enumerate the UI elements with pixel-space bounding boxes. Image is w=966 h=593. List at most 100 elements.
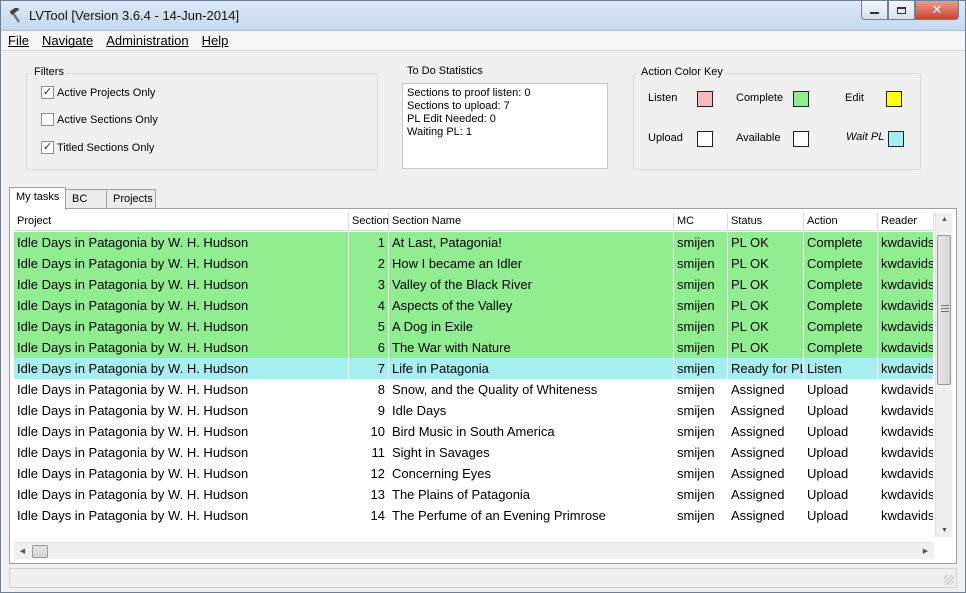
table-row[interactable]: Idle Days in Patagonia by W. H. Hudson 2 H… (14, 253, 934, 274)
cell-section-name[interactable]: The Plains of Patagonia (389, 484, 674, 505)
cell-section[interactable]: 5 (349, 316, 389, 337)
cell-mc[interactable]: smijen (674, 253, 728, 274)
scroll-down-icon[interactable]: ▼ (936, 527, 953, 534)
cell-section[interactable]: 13 (349, 484, 389, 505)
cell-status[interactable]: Assigned (728, 400, 804, 421)
cell-reader[interactable]: kwdavids (878, 253, 934, 274)
tab-bc[interactable]: BC (65, 189, 107, 209)
filter-active-projects-checkbox[interactable]: ✓ (41, 86, 54, 99)
col-action[interactable]: Action (804, 213, 878, 231)
cell-mc[interactable]: smijen (674, 337, 728, 358)
cell-project[interactable]: Idle Days in Patagonia by W. H. Hudson (14, 358, 349, 379)
cell-mc[interactable]: smijen (674, 442, 728, 463)
cell-project[interactable]: Idle Days in Patagonia by W. H. Hudson (14, 232, 349, 253)
cell-section-name[interactable]: Idle Days (389, 400, 674, 421)
cell-action[interactable]: Upload (804, 442, 878, 463)
col-project[interactable]: Project (14, 213, 349, 231)
cell-section-name[interactable]: Snow, and the Quality of Whiteness (389, 379, 674, 400)
cell-section[interactable]: 9 (349, 400, 389, 421)
cell-mc[interactable]: smijen (674, 232, 728, 253)
cell-section[interactable]: 11 (349, 442, 389, 463)
menu-navigate[interactable]: Navigate (42, 33, 93, 48)
table-row[interactable]: Idle Days in Patagonia by W. H. Hudson 5 A… (14, 316, 934, 337)
table-row[interactable]: Idle Days in Patagonia by W. H. Hudson 14… (14, 505, 934, 526)
cell-action[interactable]: Complete (804, 253, 878, 274)
table-row[interactable]: Idle Days in Patagonia by W. H. Hudson 12… (14, 463, 934, 484)
col-section[interactable]: Section (349, 213, 389, 231)
vertical-scroll-thumb[interactable] (937, 235, 951, 385)
cell-project[interactable]: Idle Days in Patagonia by W. H. Hudson (14, 442, 349, 463)
table-row[interactable]: Idle Days in Patagonia by W. H. Hudson 10… (14, 421, 934, 442)
filter-titled-sections-checkbox[interactable]: ✓ (41, 141, 54, 154)
resize-grip-icon[interactable] (944, 575, 954, 585)
cell-section[interactable]: 8 (349, 379, 389, 400)
cell-section[interactable]: 10 (349, 421, 389, 442)
cell-reader[interactable]: kwdavids (878, 400, 934, 421)
horizontal-scroll-thumb[interactable] (32, 545, 48, 558)
scroll-left-icon[interactable]: ◀ (14, 547, 31, 555)
cell-action[interactable]: Complete (804, 232, 878, 253)
menu-help[interactable]: Help (202, 33, 229, 48)
cell-reader[interactable]: kwdavids (878, 337, 934, 358)
cell-status[interactable]: PL OK (728, 316, 804, 337)
col-status[interactable]: Status (728, 213, 804, 231)
cell-section[interactable]: 4 (349, 295, 389, 316)
cell-section[interactable]: 2 (349, 253, 389, 274)
cell-project[interactable]: Idle Days in Patagonia by W. H. Hudson (14, 295, 349, 316)
cell-status[interactable]: Assigned (728, 421, 804, 442)
cell-section-name[interactable]: A Dog in Exile (389, 316, 674, 337)
tab-projects[interactable]: Projects (106, 189, 156, 209)
close-button[interactable]: ✕ (915, 1, 959, 20)
table-row[interactable]: Idle Days in Patagonia by W. H. Hudson 4 A… (14, 295, 934, 316)
cell-reader[interactable]: kwdavids (878, 316, 934, 337)
table-row[interactable]: Idle Days in Patagonia by W. H. Hudson 13… (14, 484, 934, 505)
cell-reader[interactable]: kwdavids (878, 295, 934, 316)
cell-section-name[interactable]: Bird Music in South America (389, 421, 674, 442)
cell-section-name[interactable]: The War with Nature (389, 337, 674, 358)
cell-action[interactable]: Upload (804, 400, 878, 421)
cell-section-name[interactable]: The Perfume of an Evening Primrose (389, 505, 674, 526)
cell-status[interactable]: PL OK (728, 253, 804, 274)
cell-status[interactable]: Assigned (728, 442, 804, 463)
scroll-up-icon[interactable]: ▲ (936, 216, 953, 223)
filter-active-projects[interactable]: ✓ Active Projects Only (41, 86, 155, 99)
cell-reader[interactable]: kwdavids (878, 379, 934, 400)
cell-reader[interactable]: kwdavids (878, 358, 934, 379)
cell-action[interactable]: Upload (804, 463, 878, 484)
table-row[interactable]: Idle Days in Patagonia by W. H. Hudson 8 S… (14, 379, 934, 400)
cell-project[interactable]: Idle Days in Patagonia by W. H. Hudson (14, 337, 349, 358)
filter-active-sections[interactable]: Active Sections Only (41, 113, 158, 126)
cell-section-name[interactable]: Sight in Savages (389, 442, 674, 463)
cell-action[interactable]: Upload (804, 484, 878, 505)
cell-project[interactable]: Idle Days in Patagonia by W. H. Hudson (14, 421, 349, 442)
table-row[interactable]: Idle Days in Patagonia by W. H. Hudson 6 T… (14, 337, 934, 358)
cell-mc[interactable]: smijen (674, 400, 728, 421)
cell-reader[interactable]: kwdavids (878, 421, 934, 442)
cell-mc[interactable]: smijen (674, 316, 728, 337)
menu-file[interactable]: File (8, 33, 29, 48)
cell-section-name[interactable]: Valley of the Black River (389, 274, 674, 295)
cell-mc[interactable]: smijen (674, 421, 728, 442)
cell-section[interactable]: 7 (349, 358, 389, 379)
cell-project[interactable]: Idle Days in Patagonia by W. H. Hudson (14, 484, 349, 505)
cell-status[interactable]: Ready for PL (728, 358, 804, 379)
cell-mc[interactable]: smijen (674, 505, 728, 526)
cell-project[interactable]: Idle Days in Patagonia by W. H. Hudson (14, 274, 349, 295)
cell-mc[interactable]: smijen (674, 295, 728, 316)
cell-status[interactable]: Assigned (728, 463, 804, 484)
cell-status[interactable]: PL OK (728, 295, 804, 316)
cell-section[interactable]: 12 (349, 463, 389, 484)
cell-mc[interactable]: smijen (674, 463, 728, 484)
cell-section-name[interactable]: Aspects of the Valley (389, 295, 674, 316)
minimize-button[interactable] (861, 1, 888, 20)
cell-status[interactable]: PL OK (728, 337, 804, 358)
scroll-right-icon[interactable]: ▶ (917, 547, 934, 555)
col-mc[interactable]: MC (674, 213, 728, 231)
cell-reader[interactable]: kwdavids (878, 442, 934, 463)
title-bar[interactable]: LVTool [Version 3.6.4 - 14-Jun-2014] ✕ (1, 1, 965, 31)
cell-project[interactable]: Idle Days in Patagonia by W. H. Hudson (14, 379, 349, 400)
cell-section-name[interactable]: Life in Patagonia (389, 358, 674, 379)
cell-reader[interactable]: kwdavids (878, 232, 934, 253)
cell-mc[interactable]: smijen (674, 358, 728, 379)
cell-section-name[interactable]: At Last, Patagonia! (389, 232, 674, 253)
